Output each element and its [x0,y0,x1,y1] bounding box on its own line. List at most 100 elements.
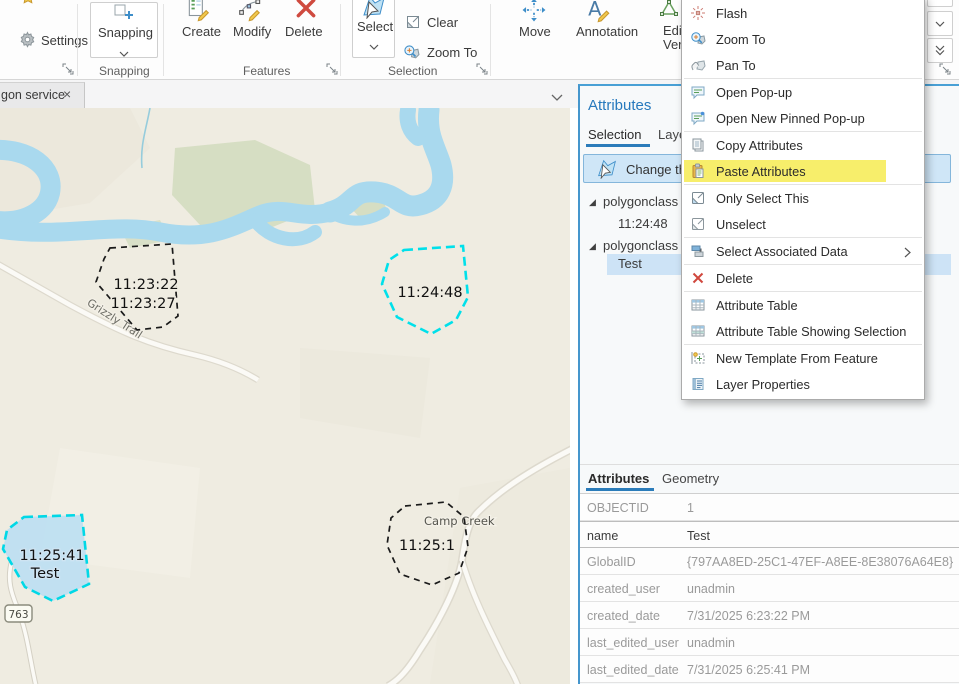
gallery-item-button[interactable] [927,0,953,7]
tab-selection[interactable]: Selection [588,127,641,142]
place-label-camp-creek: Camp Creek [424,514,495,528]
modify-icon [238,0,262,22]
pane-title: Attributes [588,97,652,114]
only-select-icon [690,190,706,206]
menu-item-label: Delete [716,271,753,286]
pinned-popup-icon [690,110,706,126]
attribute-row-last_edited_user: last_edited_user unadmin [580,629,959,656]
chevron-down-icon [369,37,379,55]
clear-button[interactable]: Clear [427,15,458,30]
tab-detail-attributes[interactable]: Attributes [588,471,649,486]
tree-feature-item[interactable]: 11:24:48 [618,216,668,231]
field-value: unadmin [687,582,735,596]
menu-item-attribute-table[interactable]: Attribute Table [682,292,924,318]
field-name: last_edited_date [587,663,679,677]
context-menu: Flash Zoom To Pan To Open Pop-up Open New Pi… [681,0,925,400]
zoom-to-button[interactable]: Zoom To [427,45,477,60]
menu-item-pan-to[interactable]: Pan To [682,52,924,78]
tree-expander-icon[interactable]: ◢ [589,242,596,252]
tree-expander-icon[interactable]: ◢ [589,198,596,208]
tree-layer-item[interactable]: polygonclass (1 [603,238,693,253]
menu-item-only-select-this[interactable]: Only Select This [682,185,924,211]
chevron-down-icon [119,44,129,62]
flash-icon [690,5,706,21]
tab-selection-underline [586,144,650,147]
dialog-launcher-icon[interactable] [476,62,489,75]
menu-item-attribute-table-showing-selection[interactable]: Attribute Table Showing Selection [682,318,924,344]
menu-item-label: Pan To [716,58,756,73]
map-view[interactable]: Grizzly Trail Camp Creek 763 11:23:22 11… [0,99,580,684]
modify-button[interactable]: Modify [233,24,271,39]
snapping-button[interactable]: Snapping [90,2,158,58]
unselect-icon [690,216,706,232]
field-name: GlobalID [587,555,636,569]
tree-layer-item[interactable]: polygonclass A [603,194,690,209]
polygon3-time-label: 11:25:1 [399,538,455,554]
menu-item-label: Zoom To [716,32,766,47]
submenu-arrow-icon [904,245,911,263]
snapping-icon [113,1,135,23]
menu-item-label: New Template From Feature [716,351,878,366]
map-view-tab[interactable]: gon service × [0,82,85,108]
attribute-row-name[interactable]: name Test [580,521,959,548]
menu-item-select-associated-data[interactable]: Select Associated Data [682,238,924,264]
layer-properties-icon [690,376,706,392]
menu-item-label: Open Pop-up [716,85,793,100]
field-name: created_date [587,609,660,623]
menu-item-copy-attributes[interactable]: Copy Attributes [682,132,924,158]
attribute-row-created_date: created_date 7/31/2025 6:23:22 PM [580,602,959,629]
paste-icon [690,163,706,179]
zoom-to-icon [690,31,706,47]
field-name: created_user [587,582,660,596]
field-value: 1 [687,501,694,515]
status-button[interactable]: Status [40,0,77,2]
menu-item-label: Attribute Table [716,298,798,313]
menu-item-layer-properties[interactable]: Layer Properties [682,371,924,397]
settings-button[interactable]: Settings [41,33,88,48]
dialog-launcher-icon[interactable] [62,62,75,75]
dialog-launcher-icon[interactable] [326,62,339,75]
polygon4-name-label: Test [30,566,60,582]
menu-item-open-new-pinned-pop-up[interactable]: Open New Pinned Pop-up [682,105,924,131]
menu-item-zoom-to[interactable]: Zoom To [682,26,924,52]
table-icon [690,297,706,313]
delete-button[interactable]: Delete [285,24,323,39]
field-value[interactable]: Test [687,529,710,543]
map-tab-title: gon service [1,88,65,102]
move-button[interactable]: Move [519,24,551,39]
field-value: unadmin [687,636,735,650]
select-button[interactable]: Select [352,0,395,58]
attribute-row-objectid: OBJECTID 1 [580,494,959,521]
associated-icon [690,243,706,259]
map-canvas: Grizzly Trail Camp Creek 763 11:23:22 11… [0,99,580,684]
close-icon[interactable]: × [63,86,71,102]
menu-item-new-template-from-feature[interactable]: New Template From Feature [682,345,924,371]
dialog-launcher-icon[interactable] [939,62,952,75]
menu-item-label: Layer Properties [716,377,810,392]
delete-icon [690,270,706,286]
pan-to-icon [690,57,706,73]
menu-item-paste-attributes[interactable]: Paste Attributes [682,158,924,184]
tab-detail-geometry[interactable]: Geometry [662,471,719,486]
annotation-button[interactable]: Annotation [576,24,638,39]
create-button[interactable]: Create [182,24,221,39]
menu-item-open-pop-up[interactable]: Open Pop-up [682,79,924,105]
gallery-expand-button[interactable] [927,38,953,63]
attribute-row-last_edited_date: last_edited_date 7/31/2025 6:25:41 PM [580,656,959,683]
tree-feature-item-selected[interactable]: Test [618,256,642,271]
selection-group-label: Selection [388,64,438,78]
gear-icon [19,31,36,48]
tab-strip-chevron-icon[interactable] [551,88,563,106]
menu-item-label: Open New Pinned Pop-up [716,111,865,126]
field-value: {797AA8ED-25C1-47EF-A8EE-8E38076A64E8} [687,555,954,569]
field-value: 7/31/2025 6:25:41 PM [687,663,811,677]
menu-item-flash[interactable]: Flash [682,0,924,26]
menu-item-unselect[interactable]: Unselect [682,211,924,237]
menu-item-delete[interactable]: Delete [682,265,924,291]
menu-item-label: Attribute Table Showing Selection [716,324,907,339]
field-name: OBJECTID [587,501,649,515]
polygon2-time-label: 11:24:48 [397,285,462,301]
svg-text:763: 763 [8,609,28,621]
gallery-scroll-down-button[interactable] [927,11,953,36]
menu-item-label: Unselect [716,217,766,232]
